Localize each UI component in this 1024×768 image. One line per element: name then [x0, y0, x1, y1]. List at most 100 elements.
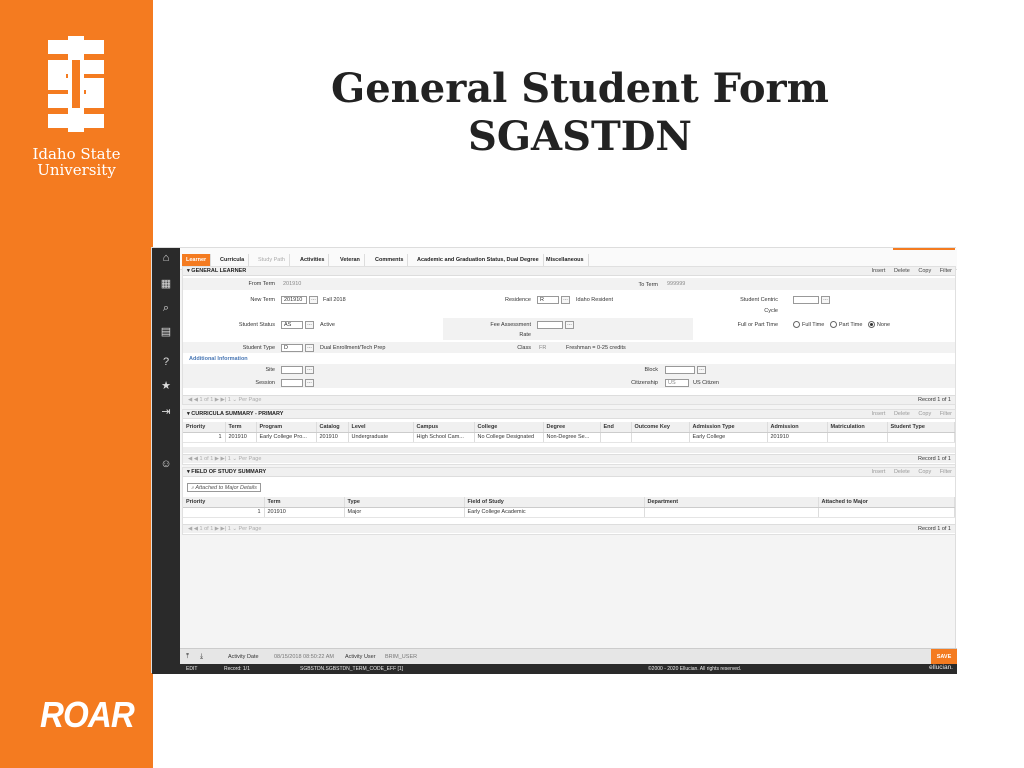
fee-assessment-field[interactable]	[537, 321, 563, 329]
search-icon[interactable]: ⌕	[160, 302, 172, 314]
column-header[interactable]: Program	[256, 422, 317, 433]
table-cell[interactable]: Early College	[689, 432, 768, 443]
student-centric-lookup-button[interactable]: …	[821, 296, 830, 304]
column-header[interactable]: Campus	[413, 422, 475, 433]
pager-controls[interactable]: ◀ ◀ 1 of 1 ▶ ▶| 1 ⌄ Per Page	[188, 526, 261, 532]
column-header[interactable]: Outcome Key	[631, 422, 690, 433]
table-cell[interactable]	[887, 432, 955, 443]
table-cell[interactable]: 1	[183, 432, 226, 443]
home-icon[interactable]: ⌂	[160, 252, 172, 264]
filter-button[interactable]: Filter	[940, 411, 952, 417]
tab-activities[interactable]: Activities	[296, 254, 330, 266]
session-field[interactable]	[281, 379, 303, 387]
full-time-radio[interactable]	[793, 321, 800, 328]
tab-comments[interactable]: Comments	[371, 254, 409, 266]
pager-controls[interactable]: ◀ ◀ 1 of 1 ▶ ▶| 1 ⌄ Per Page	[188, 397, 261, 403]
first-record-icon[interactable]: ⤒	[186, 653, 189, 661]
copy-button[interactable]: Copy	[918, 411, 931, 417]
table-cell[interactable]: Major	[344, 507, 465, 518]
table-cell[interactable]: No College Designated	[474, 432, 544, 443]
tab-academic-graduation[interactable]: Academic and Graduation Status, Dual Deg…	[413, 254, 544, 266]
site-lookup-button[interactable]: …	[305, 366, 314, 374]
student-type-field[interactable]: D	[281, 344, 303, 352]
copy-button[interactable]: Copy	[918, 469, 931, 475]
tab-miscellaneous[interactable]: Miscellaneous	[542, 254, 589, 266]
attached-to-major-details-button[interactable]: ⌕ Attached to Major Details	[187, 483, 261, 492]
block-field[interactable]	[665, 366, 695, 374]
last-record-icon[interactable]: ⤓	[200, 653, 203, 661]
filter-button[interactable]: Filter	[940, 469, 952, 475]
horizontal-scrollbar[interactable]	[183, 447, 955, 453]
table-cell[interactable]: 201910	[225, 432, 257, 443]
table-cell[interactable]	[818, 507, 955, 518]
table-cell[interactable]	[631, 432, 690, 443]
column-header[interactable]: Department	[644, 497, 819, 508]
citizenship-field[interactable]: US	[665, 379, 689, 387]
column-header[interactable]: Priority	[183, 422, 226, 433]
table-cell[interactable]	[644, 507, 819, 518]
table-cell[interactable]: 1	[183, 507, 265, 518]
filter-button[interactable]: Filter	[940, 268, 952, 274]
residence-lookup-button[interactable]: …	[561, 296, 570, 304]
star-icon[interactable]: ★	[160, 380, 172, 392]
insert-button[interactable]: Insert	[872, 411, 886, 417]
column-header[interactable]: Admission	[767, 422, 828, 433]
pager-controls[interactable]: ◀ ◀ 1 of 1 ▶ ▶| 1 ⌄ Per Page	[188, 456, 261, 462]
column-header[interactable]: Catalog	[316, 422, 349, 433]
session-lookup-button[interactable]: …	[305, 379, 314, 387]
tab-curricula[interactable]: Curricula	[216, 254, 250, 266]
copy-button[interactable]: Copy	[918, 268, 931, 274]
column-header[interactable]: Matriculation	[827, 422, 888, 433]
table-cell[interactable]: 201910	[316, 432, 349, 443]
table-cell[interactable]: Early College Pro...	[256, 432, 317, 443]
column-header[interactable]: Priority	[183, 497, 265, 508]
column-header[interactable]: College	[474, 422, 544, 433]
table-cell[interactable]: 201910	[767, 432, 828, 443]
column-header[interactable]: Attached to Major	[818, 497, 955, 508]
delete-button[interactable]: Delete	[894, 411, 910, 417]
column-header[interactable]: End	[600, 422, 632, 433]
table-row[interactable]: 1 201910 Major Early College Academic	[183, 507, 955, 518]
new-term-lookup-button[interactable]: …	[309, 296, 318, 304]
student-status-lookup-button[interactable]: …	[305, 321, 314, 329]
save-button[interactable]: SAVE	[931, 649, 957, 665]
table-cell[interactable]: Undergraduate	[348, 432, 414, 443]
student-status-field[interactable]: AS	[281, 321, 303, 329]
users-icon[interactable]: ☺	[160, 458, 172, 470]
table-row[interactable]: 1 201910 Early College Pro... 201910 Undergr…	[183, 432, 955, 443]
table-cell[interactable]	[600, 432, 632, 443]
fee-assessment-lookup-button[interactable]: …	[565, 321, 574, 329]
student-type-lookup-button[interactable]: …	[305, 344, 314, 352]
delete-button[interactable]: Delete	[894, 469, 910, 475]
none-radio[interactable]	[867, 321, 875, 328]
folder-icon[interactable]: ▤	[160, 326, 172, 338]
table-cell[interactable]	[827, 432, 888, 443]
insert-button[interactable]: Insert	[872, 268, 886, 274]
sign-out-icon[interactable]: ⇥	[160, 406, 172, 418]
column-header[interactable]: Field of Study	[464, 497, 645, 508]
table-cell[interactable]: Early College Academic	[464, 507, 645, 518]
site-field[interactable]	[281, 366, 303, 374]
column-header[interactable]: Term	[225, 422, 257, 433]
table-cell[interactable]: 201910	[264, 507, 345, 518]
table-cell[interactable]: High School Cam...	[413, 432, 475, 443]
table-cell[interactable]: Non-Degree Se...	[543, 432, 601, 443]
insert-button[interactable]: Insert	[872, 469, 886, 475]
grid-icon[interactable]: ▦	[160, 278, 172, 290]
column-header[interactable]: Term	[264, 497, 345, 508]
student-centric-field[interactable]	[793, 296, 819, 304]
help-icon[interactable]: ?	[160, 356, 172, 368]
delete-button[interactable]: Delete	[894, 268, 910, 274]
column-header[interactable]: Type	[344, 497, 465, 508]
new-term-field[interactable]: 201910	[281, 296, 307, 304]
column-header[interactable]: Student Type	[887, 422, 955, 433]
column-header[interactable]: Level	[348, 422, 414, 433]
residence-field[interactable]: R	[537, 296, 559, 304]
tab-veteran[interactable]: Veteran	[336, 254, 365, 266]
part-time-radio[interactable]	[829, 321, 837, 328]
block-lookup-button[interactable]: …	[697, 366, 706, 374]
tab-study-path[interactable]: Study Path	[254, 254, 290, 266]
column-header[interactable]: Admission Type	[689, 422, 768, 433]
column-header[interactable]: Degree	[543, 422, 601, 433]
tab-learner[interactable]: Learner	[182, 254, 212, 266]
